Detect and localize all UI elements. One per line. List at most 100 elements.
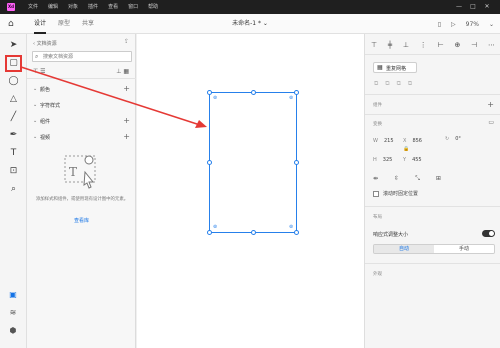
- lock-aspect-icon[interactable]: 🔒: [403, 146, 409, 152]
- assets-search[interactable]: ⌕: [32, 51, 132, 62]
- align-left-icon[interactable]: ⊢: [438, 41, 444, 49]
- fix-position-checkbox[interactable]: [373, 190, 379, 197]
- resize-handle-w[interactable]: [207, 160, 212, 165]
- pen-tool-icon[interactable]: ✒: [8, 130, 19, 141]
- flip-horizontal-icon[interactable]: ⇹: [373, 175, 378, 183]
- fix-position-row[interactable]: 滚动时固定位置: [373, 190, 418, 197]
- add-color-button[interactable]: +: [123, 84, 130, 93]
- polygon-tool-icon[interactable]: △: [8, 94, 19, 105]
- corner-radius-handle[interactable]: ⊚: [213, 225, 217, 230]
- plugins-panel-icon[interactable]: ⬢: [8, 326, 18, 336]
- boolean-ops: ⧉ ⧉ ⧉ ⧉: [374, 80, 419, 88]
- add-component-button[interactable]: +: [487, 100, 494, 109]
- selected-rectangle[interactable]: ⊚ ⊚ ⊚ ⊚: [207, 90, 299, 235]
- distribute-horizontal-icon[interactable]: ⋯: [488, 41, 495, 49]
- menu-window[interactable]: 窗口: [128, 0, 138, 14]
- boolean-intersect-icon[interactable]: ⧉: [397, 80, 401, 88]
- distribute-vertical-icon[interactable]: ⋮: [420, 41, 427, 49]
- select-tool-icon[interactable]: ➤: [8, 40, 19, 51]
- responsive-resize-toggle[interactable]: [482, 230, 495, 237]
- device-preview-icon[interactable]: ▯: [438, 21, 441, 28]
- resize-handle-se[interactable]: [294, 230, 299, 235]
- line-tool-icon[interactable]: ╱: [8, 112, 19, 123]
- menu-object[interactable]: 对象: [68, 0, 78, 14]
- resize-manual-button[interactable]: 手动: [434, 245, 494, 253]
- resize-handle-nw[interactable]: [207, 90, 212, 95]
- fit-content-icon[interactable]: ⊞: [436, 175, 441, 183]
- corner-radius-handle[interactable]: ⊚: [289, 96, 293, 101]
- menu-file[interactable]: 文件: [28, 0, 38, 14]
- align-center-icon[interactable]: ⊕: [454, 41, 460, 49]
- ellipse-tool-icon[interactable]: ◯: [8, 76, 19, 87]
- divider: [365, 94, 500, 95]
- search-input[interactable]: [43, 53, 129, 61]
- export-icon[interactable]: ⇪: [124, 38, 129, 45]
- corner-radius-handle[interactable]: ⊚: [213, 96, 217, 101]
- width-field[interactable]: W 215: [373, 138, 394, 144]
- resize-handle-sw[interactable]: [207, 230, 212, 235]
- menu-edit[interactable]: 编辑: [48, 0, 58, 14]
- height-value[interactable]: 325: [383, 157, 393, 163]
- y-field[interactable]: Y 455: [403, 157, 422, 163]
- play-icon[interactable]: ▷: [451, 21, 456, 28]
- resize-auto-button[interactable]: 自动: [374, 245, 434, 253]
- zoom-tool-icon[interactable]: ⌕: [8, 184, 19, 195]
- align-middle-icon[interactable]: ╪: [388, 41, 392, 49]
- section-components[interactable]: ⌄ 组件 +: [33, 116, 130, 127]
- assets-panel-icon[interactable]: ▣: [8, 290, 18, 300]
- artboard-tool-icon[interactable]: ⊡: [8, 166, 19, 177]
- resize-icon[interactable]: ⤡: [415, 175, 420, 183]
- rotation-value[interactable]: 0°: [455, 136, 461, 142]
- text-tool-icon[interactable]: T: [8, 148, 19, 159]
- add-video-button[interactable]: +: [123, 132, 130, 141]
- menu-help[interactable]: 帮助: [148, 0, 158, 14]
- section-video[interactable]: ⌄ 视频 +: [33, 132, 130, 143]
- responsive-info-icon[interactable]: ▭: [488, 119, 494, 126]
- assets-header[interactable]: ‹ 文档资源: [33, 40, 57, 47]
- y-value[interactable]: 455: [412, 157, 422, 163]
- chevron-down-icon[interactable]: ⌄: [263, 20, 268, 27]
- flip-vertical-icon[interactable]: ⇳: [394, 175, 399, 183]
- tab-prototype[interactable]: 原型: [58, 14, 70, 34]
- width-value[interactable]: 215: [384, 138, 394, 144]
- add-component-button[interactable]: +: [123, 116, 130, 125]
- chevron-down-icon[interactable]: ⌄: [489, 21, 494, 28]
- view-toggle-icon[interactable]: ⊥ ▦: [116, 68, 129, 75]
- divider: [365, 263, 500, 264]
- height-field[interactable]: H 325: [373, 157, 392, 163]
- maximize-button[interactable]: □: [466, 0, 480, 14]
- minimize-button[interactable]: —: [452, 0, 466, 14]
- align-right-icon[interactable]: ⊣: [471, 41, 477, 49]
- close-button[interactable]: ✕: [480, 0, 494, 14]
- rectangle-tool-icon[interactable]: ▢: [5, 55, 22, 72]
- home-icon[interactable]: ⌂: [8, 19, 18, 29]
- boolean-add-icon[interactable]: ⧉: [374, 80, 378, 88]
- section-character-styles[interactable]: ⌄ 字符样式: [33, 102, 130, 111]
- resize-handle-e[interactable]: [294, 160, 299, 165]
- corner-radius-handle[interactable]: ⊚: [289, 225, 293, 230]
- repeat-grid-button[interactable]: ▦ 重复网格: [373, 62, 417, 73]
- section-label: 颜色: [40, 87, 51, 93]
- design-canvas[interactable]: ⊚ ⊚ ⊚ ⊚: [137, 34, 364, 348]
- zoom-level[interactable]: 97%: [466, 21, 479, 28]
- appearance-title: 外观: [373, 272, 382, 277]
- layers-panel-icon[interactable]: ≋: [8, 308, 18, 318]
- menu-plugins[interactable]: 插件: [88, 0, 98, 14]
- filter-icon[interactable]: ⊤ ☰: [33, 68, 46, 75]
- align-top-icon[interactable]: ⊤: [371, 41, 377, 49]
- x-field[interactable]: X 856: [403, 138, 422, 144]
- view-libraries-link[interactable]: 查看库: [27, 217, 136, 224]
- resize-handle-n[interactable]: [251, 90, 256, 95]
- resize-handle-s[interactable]: [251, 230, 256, 235]
- responsive-resize-row: 响应式调整大小: [373, 230, 495, 238]
- x-value[interactable]: 856: [412, 138, 422, 144]
- rotation-field[interactable]: ↻ 0°: [445, 136, 461, 142]
- boolean-subtract-icon[interactable]: ⧉: [385, 80, 389, 88]
- align-bottom-icon[interactable]: ⊥: [403, 41, 409, 49]
- tab-share[interactable]: 共享: [82, 14, 94, 34]
- resize-handle-ne[interactable]: [294, 90, 299, 95]
- section-colors[interactable]: ⌄ 颜色 +: [33, 84, 130, 95]
- boolean-exclude-icon[interactable]: ⧉: [408, 80, 412, 88]
- menu-view[interactable]: 查看: [108, 0, 118, 14]
- tab-design[interactable]: 设计: [34, 14, 47, 34]
